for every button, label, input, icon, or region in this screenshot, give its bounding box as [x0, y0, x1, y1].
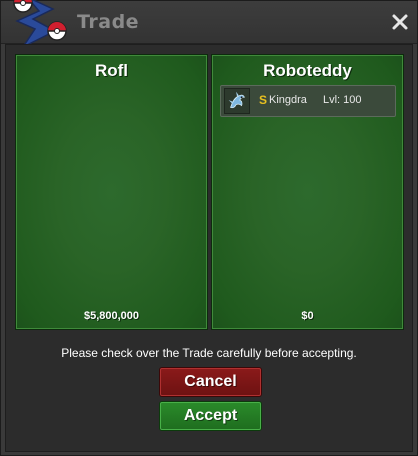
window-title: Trade [77, 11, 140, 33]
left-player-name: Rofl [94, 61, 129, 80]
left-money: $5,800,000 [83, 310, 140, 322]
title-bar[interactable]: Trade [1, 0, 417, 49]
right-money: $0 [301, 310, 314, 322]
trade-item-kingdra[interactable]: S Kingdra Lvl: 100 [220, 85, 396, 117]
right-player-name: Roboteddy [263, 61, 352, 80]
accept-button[interactable]: Accept [160, 402, 261, 430]
cancel-button[interactable]: Cancel [160, 368, 261, 396]
kingdra-sprite-icon [224, 88, 250, 114]
shiny-marker: S [259, 93, 268, 107]
close-icon[interactable] [391, 13, 409, 31]
trade-notice: Please check over the Trade carefully be… [61, 346, 357, 360]
trade-window: Trade Rofl $5,800,000 Roboteddy S Kingdr… [0, 0, 418, 456]
trade-content: Rofl $5,800,000 Roboteddy S Kingdra Lvl:… [5, 44, 413, 452]
item-name: Kingdra [269, 94, 307, 106]
item-level: Lvl: 100 [323, 94, 362, 106]
offer-panel-left: Rofl $5,800,000 [15, 54, 208, 330]
offer-panel-right: Roboteddy S Kingdra Lvl: 100 $0 [211, 54, 404, 330]
